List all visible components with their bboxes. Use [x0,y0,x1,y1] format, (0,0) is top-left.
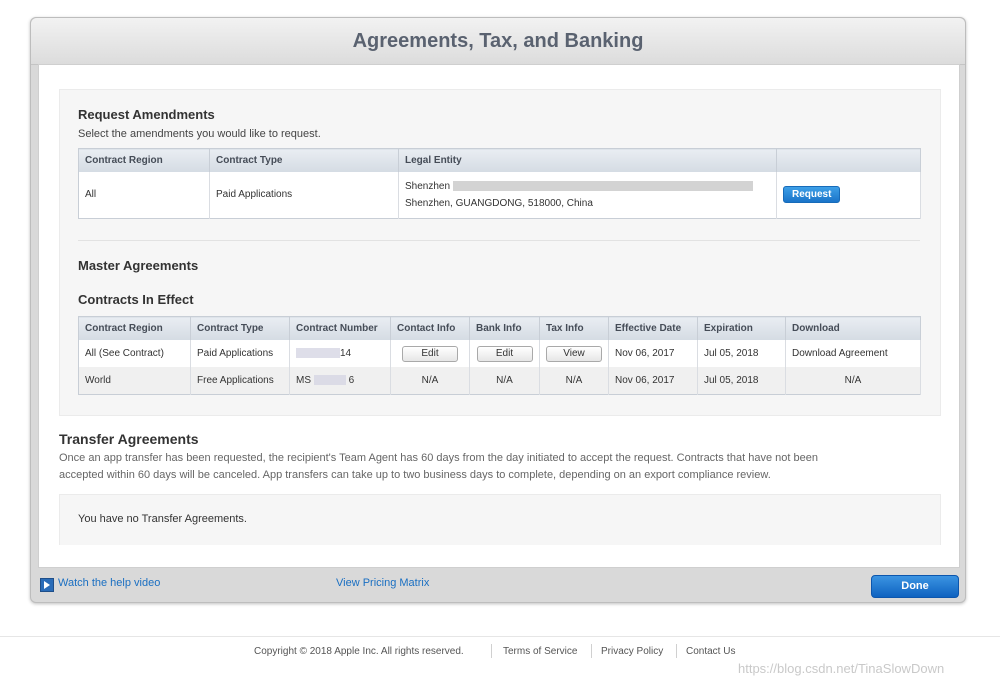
amendments-header-row: Contract Region Contract Type Legal Enti… [78,148,921,172]
cell-expiration: Jul 05, 2018 [697,367,786,394]
cell-type: Free Applications [190,367,290,394]
video-icon [40,578,54,592]
cell-contact: Edit [390,340,470,367]
cell-number: MS 6 [289,367,391,394]
cell-type: Paid Applications [209,172,399,218]
request-amendments-title: Request Amendments [78,107,215,122]
footer-separator [591,644,592,658]
col-bank-info: Bank Info [469,316,540,340]
col-contract-number: Contract Number [289,316,391,340]
bank-edit-button[interactable]: Edit [476,345,533,362]
dialog-title: Agreements, Tax, and Banking [352,30,644,52]
terms-of-service-link[interactable]: Terms of Service [503,646,577,657]
section-divider [78,240,920,241]
cell-effective: Nov 06, 2017 [608,340,698,367]
col-contract-region: Contract Region [78,148,210,172]
transfer-description-line2: accepted within 60 days will be canceled… [59,469,771,481]
cell-download: N/A [785,367,921,394]
transfer-description-line1: Once an app transfer has been requested,… [59,452,818,464]
redacted-entity-name [452,181,753,192]
amendments-table: Contract Region Contract Type Legal Enti… [78,148,921,219]
watermark-text: https://blog.csdn.net/TinaSlowDown [738,661,945,676]
table-row: World Free Applications MS 6 N/A N/A N/A… [78,367,921,394]
footer-separator [676,644,677,658]
amendments-panel: Request Amendments Select the amendments… [59,89,941,416]
page-footer-divider [0,636,1000,637]
number-head: MS [296,374,311,386]
request-amendments-subtitle: Select the amendments you would like to … [78,128,321,140]
cell-effective: Nov 06, 2017 [608,367,698,394]
cell-region: All (See Contract) [78,340,191,367]
copyright-text: Copyright © 2018 Apple Inc. All rights r… [254,646,464,657]
dialog-content: Request Amendments Select the amendments… [38,64,960,568]
col-contact-info: Contact Info [390,316,470,340]
footer-separator [491,644,492,658]
entity-line1: Shenzhen [405,180,451,192]
agreements-dialog: Agreements, Tax, and Banking Request Ame… [30,17,966,603]
cell-number: 14 [289,340,391,367]
cell-region: All [78,172,210,218]
redacted-number [313,375,346,386]
cell-tax: View [539,340,609,367]
tax-view-button[interactable]: View [546,345,602,362]
contracts-header-row: Contract Region Contract Type Contract N… [78,316,921,340]
col-effective-date: Effective Date [608,316,698,340]
contracts-table: Contract Region Contract Type Contract N… [78,316,921,395]
number-tail: 14 [340,348,352,359]
transfer-agreements-title: Transfer Agreements [59,431,199,447]
dialog-header: Agreements, Tax, and Banking [31,18,965,65]
cell-action: Request [776,172,921,218]
redacted-number [296,348,340,359]
pricing-matrix-link[interactable]: View Pricing Matrix [336,577,429,589]
cell-tax: N/A [539,367,609,394]
cell-type: Paid Applications [190,340,290,367]
table-row: All (See Contract) Paid Applications 14 … [78,340,921,367]
contact-us-link[interactable]: Contact Us [686,646,735,657]
table-row: All Paid Applications Shenzhen Shenzhen,… [78,172,921,218]
col-expiration: Expiration [697,316,786,340]
col-action [776,148,921,172]
no-transfer-message: You have no Transfer Agreements. [78,513,247,525]
cell-contact: N/A [390,367,470,394]
col-download: Download [785,316,921,340]
cell-expiration: Jul 05, 2018 [697,340,786,367]
cell-region: World [78,367,191,394]
cell-bank: N/A [469,367,540,394]
done-button[interactable]: Done [871,575,959,598]
col-tax-info: Tax Info [539,316,609,340]
col-contract-type: Contract Type [190,316,290,340]
contracts-in-effect-title: Contracts In Effect [78,292,194,307]
col-contract-region: Contract Region [78,316,191,340]
request-button[interactable]: Request [783,186,841,204]
transfer-empty-box: You have no Transfer Agreements. [59,494,941,545]
number-tail: 6 [348,374,355,386]
col-contract-type: Contract Type [209,148,399,172]
contact-edit-button[interactable]: Edit [402,345,458,362]
help-video-link[interactable]: Watch the help video [58,577,160,589]
col-legal-entity: Legal Entity [398,148,777,172]
download-agreement-link[interactable]: Download Agreement [785,340,921,367]
master-agreements-title: Master Agreements [78,258,199,273]
privacy-policy-link[interactable]: Privacy Policy [601,646,663,657]
cell-legal-entity: Shenzhen Shenzhen, GUANGDONG, 518000, Ch… [398,172,777,218]
cell-bank: Edit [469,340,540,367]
entity-line2: Shenzhen, GUANGDONG, 518000, China [405,197,593,209]
